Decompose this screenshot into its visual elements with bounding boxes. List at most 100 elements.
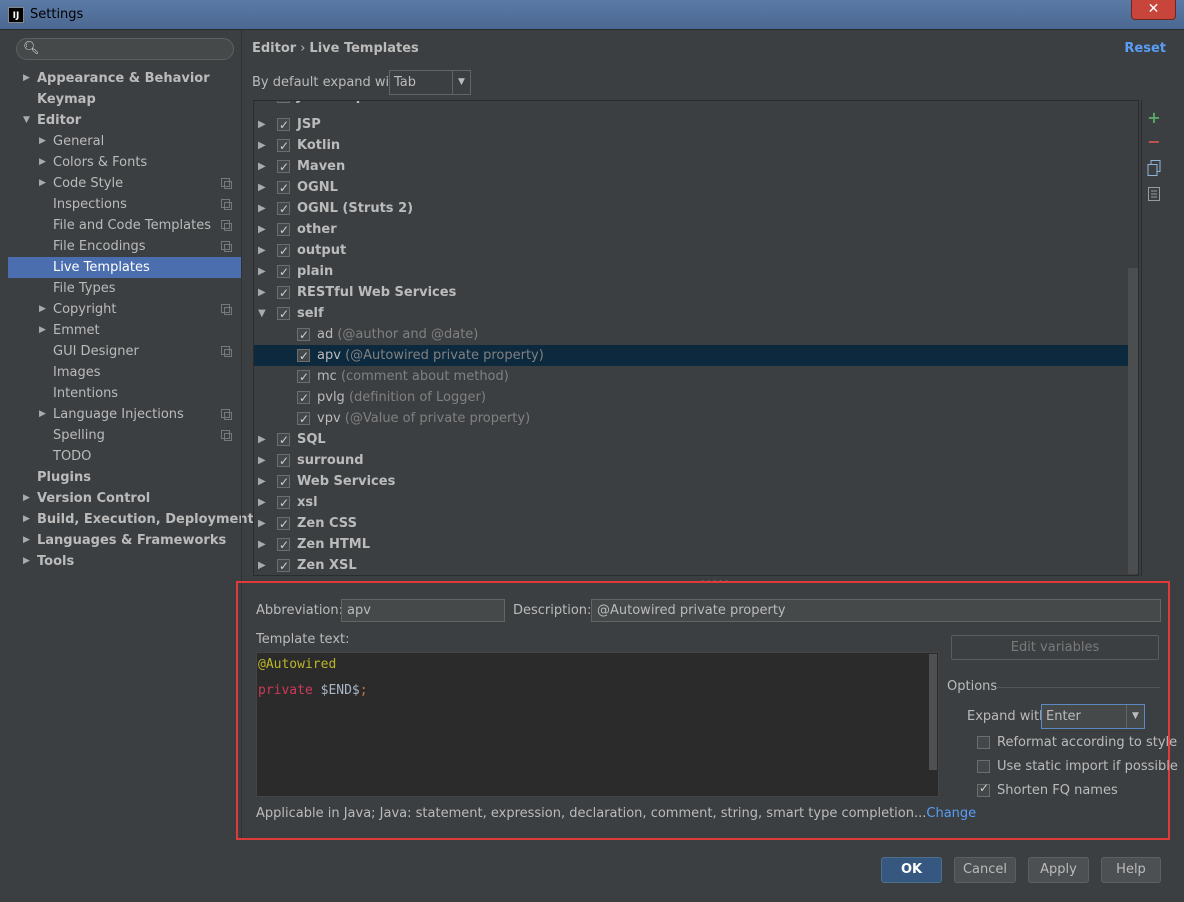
cancel-button[interactable]: Cancel <box>954 857 1016 883</box>
collapsed-arrow-icon[interactable]: ▶ <box>258 282 266 303</box>
enabled-checkbox[interactable] <box>297 388 310 409</box>
sidebar-item[interactable]: ▶ Tools <box>8 551 241 572</box>
sidebar-item[interactable]: Keymap <box>8 89 241 110</box>
expanded-arrow-icon[interactable]: ▼ <box>258 303 266 324</box>
sidebar-item[interactable]: ▶ Emmet <box>8 320 241 341</box>
template-group[interactable]: ▶ surround <box>254 450 1138 472</box>
sidebar-item[interactable]: ▶ Version Control <box>8 488 241 509</box>
collapsed-arrow-icon[interactable]: ▶ <box>258 492 266 513</box>
template-group[interactable]: ▶ Zen XSL <box>254 555 1138 575</box>
collapsed-arrow-icon[interactable]: ▶ <box>258 101 266 107</box>
enabled-checkbox[interactable] <box>277 115 290 136</box>
template-item[interactable]: vpv (@Value of private property) <box>254 408 1138 430</box>
sidebar-item[interactable]: Plugins <box>8 467 241 488</box>
collapsed-arrow-icon[interactable]: ▶ <box>39 152 46 173</box>
template-group[interactable]: ▶ xsl <box>254 492 1138 514</box>
enabled-checkbox[interactable] <box>277 157 290 178</box>
collapsed-arrow-icon[interactable]: ▶ <box>39 320 46 341</box>
enabled-checkbox[interactable] <box>277 241 290 262</box>
collapsed-arrow-icon[interactable]: ▶ <box>23 488 30 509</box>
change-link[interactable]: Change <box>926 806 976 821</box>
template-group[interactable]: ▶ OGNL <box>254 177 1138 199</box>
collapsed-arrow-icon[interactable]: ▶ <box>39 173 46 194</box>
collapsed-arrow-icon[interactable]: ▶ <box>39 299 46 320</box>
collapsed-arrow-icon[interactable]: ▶ <box>258 534 266 555</box>
enabled-checkbox[interactable] <box>277 451 290 472</box>
template-item[interactable]: ad (@author and @date) <box>254 324 1138 346</box>
help-button[interactable]: Help <box>1101 857 1161 883</box>
template-group[interactable]: ▶ Web Services <box>254 471 1138 493</box>
sidebar-item[interactable]: Images <box>8 362 241 383</box>
enabled-checkbox[interactable] <box>277 430 290 451</box>
enabled-checkbox[interactable] <box>277 136 290 157</box>
enabled-checkbox[interactable] <box>297 325 310 346</box>
expanded-arrow-icon[interactable]: ▼ <box>23 110 30 131</box>
enabled-checkbox[interactable] <box>297 409 310 430</box>
sidebar-item[interactable]: ▶ Build, Execution, Deployment <box>8 509 254 530</box>
sidebar-item[interactable]: File and Code Templates <box>8 215 241 236</box>
template-group[interactable]: ▶ other <box>254 219 1138 241</box>
sidebar-item[interactable]: File Types <box>8 278 241 299</box>
enabled-checkbox[interactable] <box>277 178 290 199</box>
sidebar-item[interactable]: ▶ Appearance & Behavior <box>8 68 241 89</box>
template-group[interactable]: ▶ JSP <box>254 114 1138 136</box>
remove-icon[interactable]: − <box>1146 134 1162 150</box>
template-group[interactable]: ▶ Maven <box>254 156 1138 178</box>
template-group[interactable]: ▶ Zen HTML <box>254 534 1138 556</box>
enabled-checkbox[interactable] <box>277 220 290 241</box>
sidebar-item[interactable]: File Encodings <box>8 236 241 257</box>
collapsed-arrow-icon[interactable]: ▶ <box>258 114 266 135</box>
sidebar-item[interactable]: GUI Designer <box>8 341 241 362</box>
sidebar-item[interactable]: ▶ Copyright <box>8 299 241 320</box>
sidebar-item[interactable]: ▶ Code Style <box>8 173 241 194</box>
copy-icon[interactable] <box>1146 160 1162 176</box>
template-item[interactable]: pvlg (definition of Logger) <box>254 387 1138 409</box>
collapsed-arrow-icon[interactable]: ▶ <box>258 198 266 219</box>
reformat-checkbox[interactable] <box>977 736 990 749</box>
enabled-checkbox[interactable] <box>277 262 290 283</box>
shorten-fq-checkbox[interactable] <box>977 781 990 797</box>
sidebar-item[interactable]: ▼ Editor <box>8 110 241 131</box>
search-input[interactable]: 🔍︎ <box>16 38 234 60</box>
template-item[interactable]: mc (comment about method) <box>254 366 1138 388</box>
collapsed-arrow-icon[interactable]: ▶ <box>23 551 30 572</box>
sidebar-item[interactable]: Live Templates <box>8 257 241 278</box>
collapsed-arrow-icon[interactable]: ▶ <box>258 429 266 450</box>
template-group[interactable]: ▶ Kotlin <box>254 135 1138 157</box>
editor-scrollbar[interactable] <box>929 654 937 770</box>
enabled-checkbox[interactable] <box>277 514 290 535</box>
description-field[interactable]: @Autowired private property <box>591 599 1161 622</box>
enabled-checkbox[interactable] <box>277 493 290 514</box>
collapsed-arrow-icon[interactable]: ▶ <box>258 261 266 282</box>
enabled-checkbox[interactable] <box>277 556 290 575</box>
template-group[interactable]: ▶ OGNL (Struts 2) <box>254 198 1138 220</box>
restore-icon[interactable] <box>1146 186 1162 202</box>
sidebar-item[interactable]: Intentions <box>8 383 241 404</box>
collapsed-arrow-icon[interactable]: ▶ <box>258 450 266 471</box>
collapsed-arrow-icon[interactable]: ▶ <box>258 240 266 261</box>
enabled-checkbox[interactable] <box>277 101 290 108</box>
sidebar-item[interactable]: ▶ Languages & Frameworks <box>8 530 241 551</box>
template-text-editor[interactable]: @Autowired private $END$; <box>256 652 939 797</box>
template-group[interactable]: ▼ self <box>254 303 1138 325</box>
apply-button[interactable]: Apply <box>1028 857 1089 883</box>
collapsed-arrow-icon[interactable]: ▶ <box>258 219 266 240</box>
sidebar-item[interactable]: Inspections <box>8 194 241 215</box>
template-group[interactable]: ▶ plain <box>254 261 1138 283</box>
template-group[interactable]: ▶ JavaScript <box>254 101 1138 108</box>
collapsed-arrow-icon[interactable]: ▶ <box>258 513 266 534</box>
template-group[interactable]: ▶ Zen CSS <box>254 513 1138 535</box>
sidebar-item[interactable]: Spelling <box>8 425 241 446</box>
enabled-checkbox[interactable] <box>277 304 290 325</box>
enabled-checkbox[interactable] <box>277 283 290 304</box>
tree-scrollbar[interactable] <box>1128 268 1138 574</box>
expand-with-select[interactable]: Enter ▼ <box>1041 704 1145 729</box>
add-icon[interactable]: + <box>1146 110 1162 126</box>
edit-variables-button[interactable]: Edit variables <box>951 635 1159 660</box>
collapsed-arrow-icon[interactable]: ▶ <box>258 156 266 177</box>
sidebar-item[interactable]: ▶ General <box>8 131 241 152</box>
collapsed-arrow-icon[interactable]: ▶ <box>258 555 266 575</box>
sidebar-item[interactable]: ▶ Language Injections <box>8 404 241 425</box>
abbreviation-field[interactable]: apv <box>341 599 505 622</box>
enabled-checkbox[interactable] <box>277 472 290 493</box>
